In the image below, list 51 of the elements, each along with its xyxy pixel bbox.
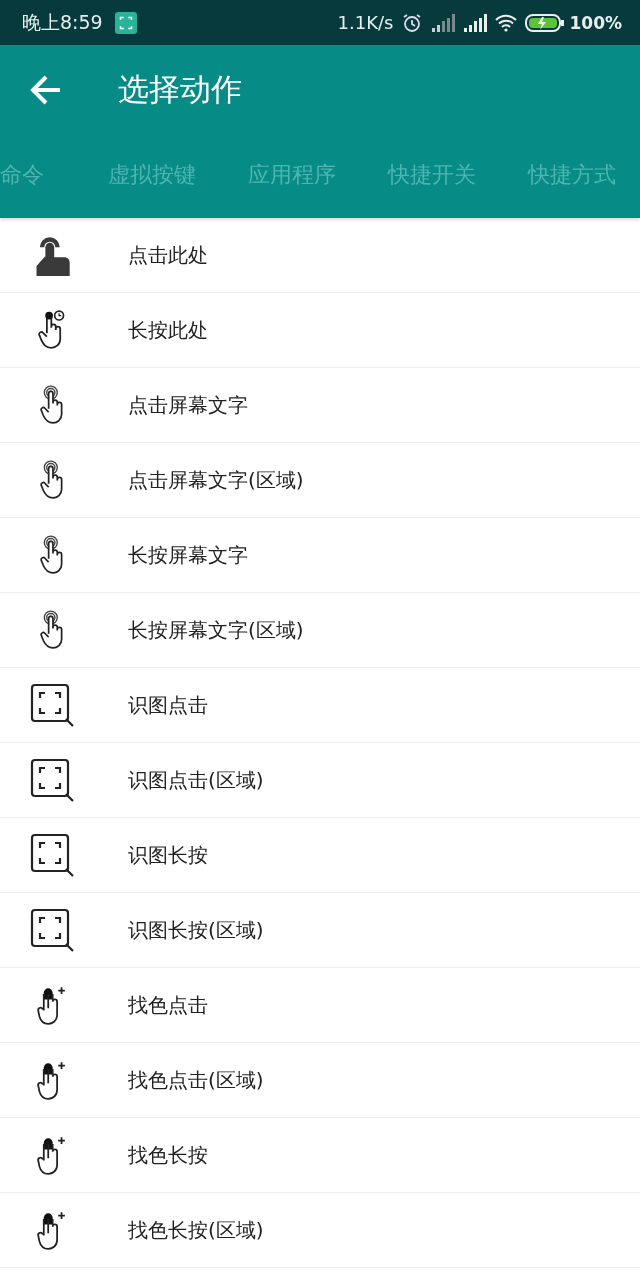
action-item[interactable]: 点击此处: [0, 218, 640, 293]
action-label: 识图点击: [128, 691, 208, 719]
action-label: 长按此处: [128, 316, 208, 344]
action-label: 长按屏幕文字: [128, 541, 248, 569]
action-item[interactable]: 点击屏幕文字: [0, 368, 640, 443]
hand-tap-icon: [34, 234, 70, 276]
toolbar-title: 选择动作: [118, 70, 242, 109]
action-item[interactable]: 长按屏幕文字(区域): [0, 593, 640, 668]
battery-level: 100%: [569, 12, 622, 33]
action-item[interactable]: 识图点击(区域): [0, 743, 640, 818]
action-label: 识图长按(区域): [128, 916, 264, 944]
action-label: 找色长按(区域): [128, 1216, 264, 1244]
battery-icon: [525, 12, 566, 33]
network-speed: 1.1K/s: [337, 12, 394, 33]
hand-ripple-icon: [40, 610, 64, 650]
action-item[interactable]: 找色长按: [0, 1118, 640, 1193]
action-label: 找色点击: [128, 991, 208, 1019]
action-item[interactable]: 找色点击(区域): [0, 1043, 640, 1118]
action-label: 点击屏幕文字(区域): [128, 466, 304, 494]
action-label: 找色点击(区域): [128, 1066, 264, 1094]
two-finger-plus-icon: [36, 1210, 68, 1250]
action-label: 识图长按: [128, 841, 208, 869]
hand-ripple-icon: [40, 385, 64, 425]
action-label: 长按屏幕文字(区域): [128, 616, 304, 644]
action-item[interactable]: 找色长按(区域): [0, 1193, 640, 1268]
action-label: 识图点击(区域): [128, 766, 264, 794]
two-finger-plus-icon: [36, 1060, 68, 1100]
action-label: 点击屏幕文字: [128, 391, 248, 419]
action-item[interactable]: 识图长按: [0, 818, 640, 893]
two-finger-plus-icon: [36, 985, 68, 1025]
action-label: 找色长按: [128, 1141, 208, 1169]
signal-icon: [463, 13, 488, 32]
app-notification-icon: [114, 11, 137, 34]
action-item[interactable]: 点击屏幕文字(区域): [0, 443, 640, 518]
hand-clock-icon: [38, 310, 66, 350]
hand-ripple-icon: [40, 535, 64, 575]
action-label: 点击此处: [128, 241, 208, 269]
image-search-icon: [29, 832, 75, 878]
action-item[interactable]: 长按屏幕文字: [0, 518, 640, 593]
two-finger-plus-icon: [36, 1135, 68, 1175]
wifi-icon: [495, 12, 518, 33]
action-item[interactable]: 长按此处: [0, 293, 640, 368]
image-search-icon: [29, 907, 75, 953]
status-time: 晚上8:59: [22, 9, 103, 35]
image-search-icon: [29, 757, 75, 803]
hand-ripple-icon: [40, 460, 64, 500]
action-item[interactable]: 识图点击: [0, 668, 640, 743]
image-search-icon: [29, 682, 75, 728]
signal-icon: [431, 13, 456, 32]
action-item[interactable]: 找色点击: [0, 968, 640, 1043]
action-item[interactable]: 识图长按(区域): [0, 893, 640, 968]
